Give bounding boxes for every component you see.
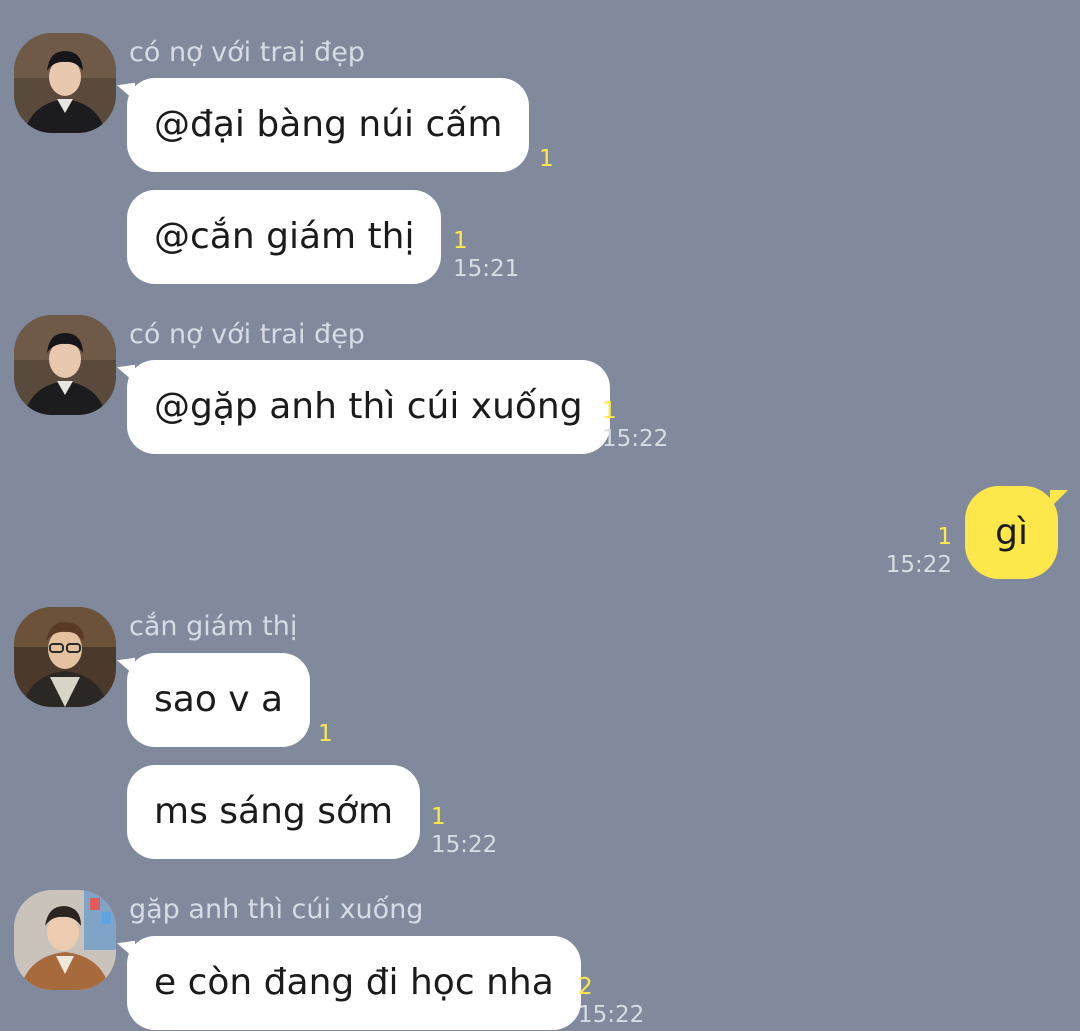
sender-avatar[interactable] — [14, 33, 116, 133]
unread-count: 1 — [602, 398, 617, 424]
sender-name: có nợ với trai đẹp — [129, 319, 365, 350]
message-meta: 1 — [539, 145, 554, 173]
sender-name: gặp anh thì cúi xuống — [129, 894, 424, 925]
sender-name: cắn giám thị — [129, 611, 298, 642]
profile-photo-icon — [14, 33, 116, 133]
sender-avatar[interactable] — [14, 607, 116, 707]
message-timestamp: 15:21 — [453, 256, 520, 282]
outgoing-message-bubble[interactable]: gì — [965, 486, 1068, 579]
unread-count: 1 — [937, 524, 952, 550]
unread-count: 1 — [318, 721, 333, 747]
message-timestamp: 15:22 — [578, 1002, 645, 1028]
unread-count: 2 — [578, 974, 593, 1000]
profile-photo-icon — [14, 315, 116, 415]
chat-message-list[interactable]: có nợ với trai đẹp @đại bàng núi cấm 1 @… — [0, 0, 1080, 1031]
message-bubble[interactable]: ms sáng sớm — [127, 765, 421, 859]
message-timestamp: 15:22 — [431, 832, 498, 858]
message-meta: 1 — [318, 720, 333, 748]
message-bubble[interactable]: sao v a — [127, 653, 311, 747]
unread-count: 1 — [431, 804, 446, 830]
message-timestamp: 15:22 — [885, 552, 952, 578]
message-bubble[interactable]: e còn đang đi học nha — [127, 936, 581, 1030]
message-bubble[interactable]: @gặp anh thì cúi xuống — [127, 360, 610, 454]
profile-photo-icon — [14, 607, 116, 707]
message-meta: 1 15:22 — [431, 803, 497, 859]
message-meta: 1 15:22 — [886, 523, 952, 579]
message-timestamp: 15:22 — [602, 426, 669, 452]
message-bubble[interactable]: @cắn giám thị — [127, 190, 442, 284]
unread-count: 1 — [453, 228, 468, 254]
unread-count: 1 — [539, 146, 554, 172]
message-meta: 1 15:21 — [453, 227, 519, 283]
sender-name: có nợ với trai đẹp — [129, 37, 365, 68]
message-bubble[interactable]: @đại bàng núi cấm — [127, 78, 530, 172]
message-meta: 2 15:22 — [578, 973, 644, 1029]
profile-photo-icon — [14, 890, 116, 990]
sender-avatar[interactable] — [14, 315, 116, 415]
message-meta: 1 15:22 — [602, 397, 668, 453]
sender-avatar[interactable] — [14, 890, 116, 990]
